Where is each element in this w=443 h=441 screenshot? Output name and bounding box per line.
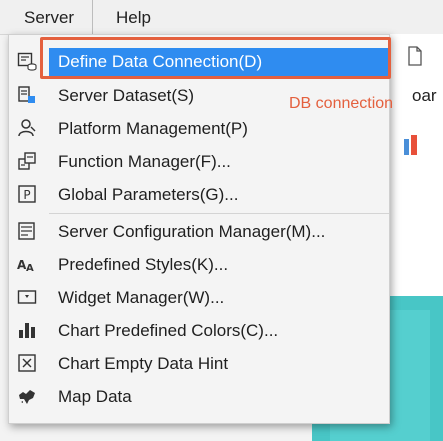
background-partial-text: oar: [412, 86, 437, 105]
server-dataset-icon: [18, 86, 35, 103]
menu-divider: [49, 213, 389, 214]
map-data-icon: [19, 390, 35, 404]
svg-text:P: P: [23, 188, 30, 202]
menu-item-label: Global Parameters(G)...: [58, 185, 239, 204]
server-dropdown-menu: Define Data Connection(D) Server Dataset…: [8, 34, 390, 424]
menu-item-label: Server Dataset(S): [58, 86, 195, 105]
data-connection-icon: [17, 52, 37, 71]
menu-item-map-data[interactable]: Map Data: [9, 380, 389, 413]
background-red-mark: [411, 135, 417, 155]
menu-item-label: Platform Management(P): [58, 119, 248, 138]
menu-item-widget-manager[interactable]: Widget Manager(W)...: [9, 281, 389, 314]
annotation-label: DB connection: [289, 95, 394, 112]
menu-item-chart-empty-data-hint[interactable]: Chart Empty Data Hint: [9, 347, 389, 380]
menu-item-platform-management[interactable]: Platform Management(P): [9, 112, 389, 145]
svg-text:A: A: [26, 263, 34, 274]
menu-bar: Server Help: [0, 0, 443, 35]
menu-item-label: Server Configuration Manager(M)...: [58, 222, 326, 241]
menu-server[interactable]: Server: [24, 6, 74, 30]
menu-item-label: Map Data: [58, 387, 132, 406]
bar-chart-icon: [19, 323, 35, 338]
annotation-highlight-box: [40, 37, 391, 79]
predefined-styles-icon: A A: [17, 258, 34, 274]
menu-item-chart-predefined-colors[interactable]: Chart Predefined Colors(C)...: [9, 314, 389, 347]
document-icon: [408, 46, 422, 66]
menu-item-label: Chart Empty Data Hint: [58, 354, 229, 373]
menu-item-predefined-styles[interactable]: A A Predefined Styles(K)...: [9, 248, 389, 281]
platform-user-icon: [18, 119, 36, 137]
menu-help[interactable]: Help: [116, 6, 151, 30]
background-blue-mark: [404, 139, 409, 155]
menu-bar-separator: [92, 0, 93, 34]
menu-item-server-configuration-manager[interactable]: Server Configuration Manager(M)...: [9, 215, 389, 248]
widget-manager-icon: [17, 290, 37, 304]
menu-item-global-parameters[interactable]: P Global Parameters(G)...: [9, 178, 389, 211]
menu-item-label: Predefined Styles(K)...: [58, 255, 229, 274]
empty-data-hint-icon: [18, 354, 36, 372]
menu-item-label: Chart Predefined Colors(C)...: [58, 321, 279, 340]
global-parameter-icon: P: [18, 185, 36, 203]
menu-item-function-manager[interactable]: Function Manager(F)...: [9, 145, 389, 178]
server-config-icon: [18, 222, 35, 240]
menu-item-label: Function Manager(F)...: [58, 152, 231, 171]
menu-item-label: Widget Manager(W)...: [58, 288, 225, 307]
function-manager-icon: [18, 152, 36, 170]
